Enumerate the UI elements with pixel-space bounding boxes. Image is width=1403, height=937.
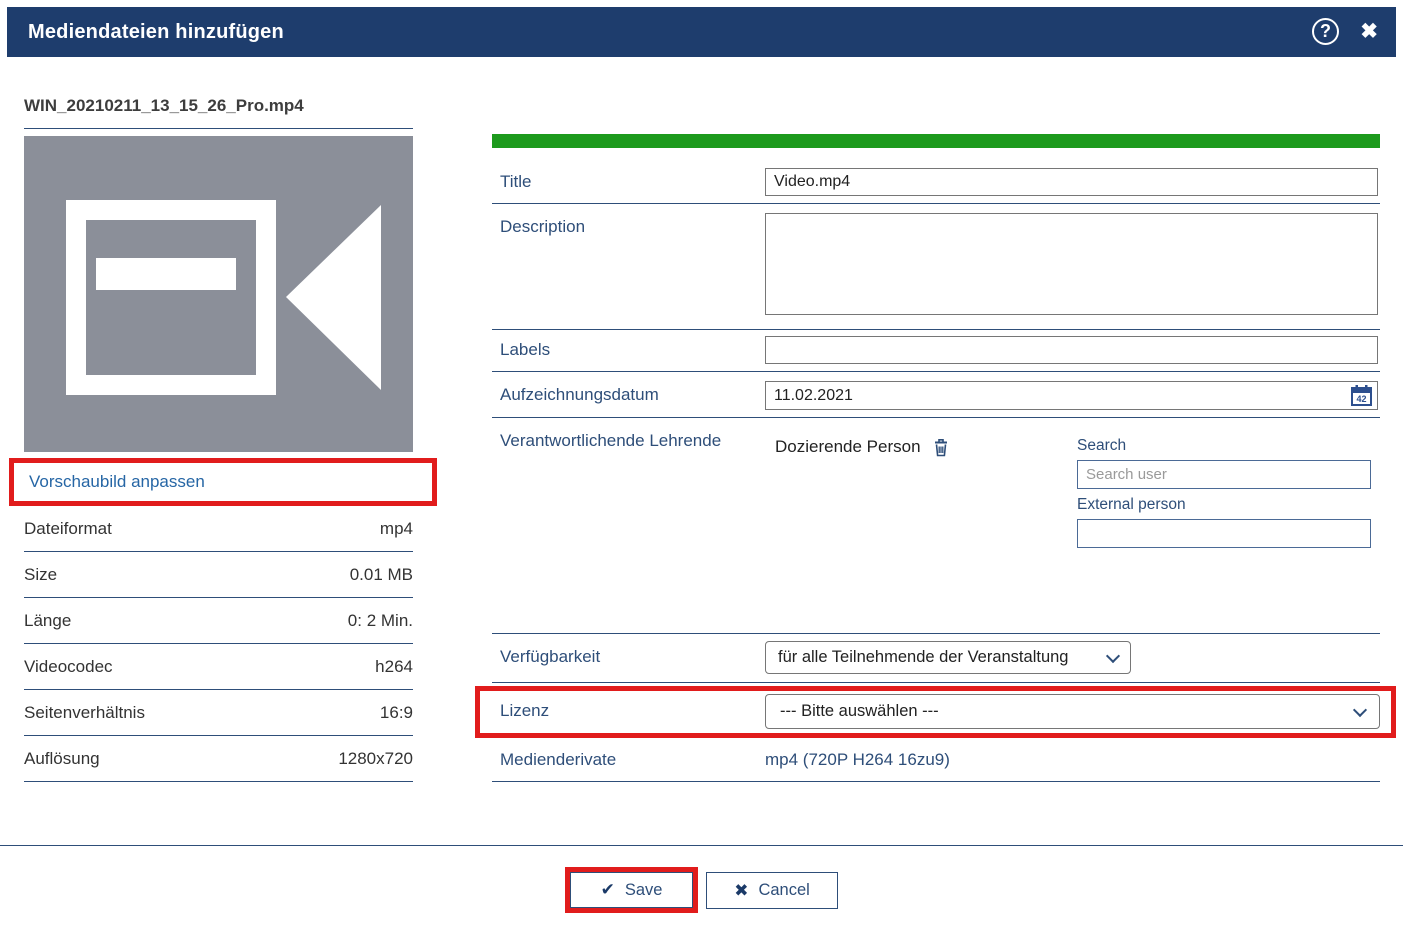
video-thumbnail (24, 136, 413, 452)
derivatives-label: Medienderivate (500, 745, 616, 775)
separator (492, 203, 1380, 204)
file-metadata-table: Dateiformat mp4 Size 0.01 MB Länge 0: 2 … (24, 506, 413, 782)
license-label: Lizenz (500, 693, 549, 729)
video-camera-icon (24, 136, 413, 452)
separator (492, 682, 1380, 683)
footer-separator (0, 845, 1403, 846)
availability-selected-value: für alle Teilnehmende der Veranstaltung (778, 648, 1068, 667)
meta-value: 0: 2 Min. (348, 611, 413, 631)
help-icon[interactable]: ? (1312, 18, 1339, 45)
external-person-label: External person (1077, 496, 1186, 514)
labels-label: Labels (500, 335, 550, 365)
meta-label: Size (24, 565, 57, 585)
external-person-input[interactable] (1077, 519, 1371, 548)
license-selected-value: --- Bitte auswählen --- (780, 702, 939, 721)
trash-icon[interactable] (933, 438, 949, 457)
meta-value: h264 (375, 657, 413, 677)
lecturer-person-row: Dozierende Person (775, 437, 949, 457)
preview-highlight-box: Vorschaubild anpassen (9, 458, 437, 506)
close-icon[interactable]: ✖ (1360, 18, 1378, 46)
availability-label: Verfügbarkeit (500, 640, 600, 674)
search-label: Search (1077, 437, 1126, 455)
table-row: Size 0.01 MB (24, 552, 413, 598)
table-row: Auflösung 1280x720 (24, 736, 413, 782)
table-row: Videocodec h264 (24, 644, 413, 690)
recording-date-input[interactable]: 11.02.2021 42 (765, 381, 1378, 410)
save-button[interactable]: ✔ Save (570, 872, 693, 908)
description-textarea[interactable] (765, 213, 1378, 315)
separator (492, 329, 1380, 330)
cancel-button-label: Cancel (758, 881, 809, 900)
checkmark-icon: ✔ (601, 880, 615, 900)
x-icon: ✖ (734, 881, 748, 901)
meta-value: mp4 (380, 519, 413, 539)
recording-date-value: 11.02.2021 (774, 387, 853, 405)
table-row: Seitenverhältnis 16:9 (24, 690, 413, 736)
calendar-badge: 42 (1356, 394, 1366, 404)
separator (492, 781, 1380, 782)
table-row: Länge 0: 2 Min. (24, 598, 413, 644)
lecturer-person-name: Dozierende Person (775, 437, 921, 457)
chevron-down-icon (1106, 648, 1120, 662)
title-label: Title (500, 167, 532, 197)
separator (492, 371, 1380, 372)
chevron-down-icon (1353, 702, 1367, 716)
description-label: Description (500, 212, 585, 242)
labels-input[interactable] (765, 336, 1378, 364)
meta-label: Auflösung (24, 749, 100, 769)
meta-value: 1280x720 (338, 749, 413, 769)
license-select[interactable]: --- Bitte auswählen --- (765, 694, 1380, 729)
separator (492, 633, 1380, 634)
meta-label: Dateiformat (24, 519, 112, 539)
meta-value: 16:9 (380, 703, 413, 723)
search-user-input[interactable] (1077, 460, 1371, 489)
meta-label: Länge (24, 611, 71, 631)
file-name-heading: WIN_20210211_13_15_26_Pro.mp4 (24, 96, 413, 129)
separator (492, 417, 1380, 418)
recording-date-label: Aufzeichnungsdatum (500, 380, 659, 410)
dialog-title: Mediendateien hinzufügen (28, 21, 284, 44)
derivatives-value: mp4 (720P H264 16zu9) (765, 745, 950, 775)
meta-value: 0.01 MB (350, 565, 413, 585)
meta-label: Seitenverhältnis (24, 703, 145, 723)
dialog-header: Mediendateien hinzufügen ? ✖ (7, 7, 1396, 57)
meta-label: Videocodec (24, 657, 113, 677)
title-input[interactable] (765, 168, 1378, 196)
adjust-preview-link[interactable]: Vorschaubild anpassen (29, 472, 205, 492)
calendar-icon[interactable]: 42 (1351, 385, 1372, 406)
table-row: Dateiformat mp4 (24, 506, 413, 552)
save-highlight-box: ✔ Save (565, 867, 698, 913)
availability-select[interactable]: für alle Teilnehmende der Veranstaltung (765, 641, 1131, 674)
lecturers-label: Verantwortlichende Lehrende (500, 426, 721, 456)
save-button-label: Save (625, 881, 663, 900)
cancel-button[interactable]: ✖ Cancel (706, 872, 838, 909)
upload-progress-bar (492, 134, 1380, 148)
